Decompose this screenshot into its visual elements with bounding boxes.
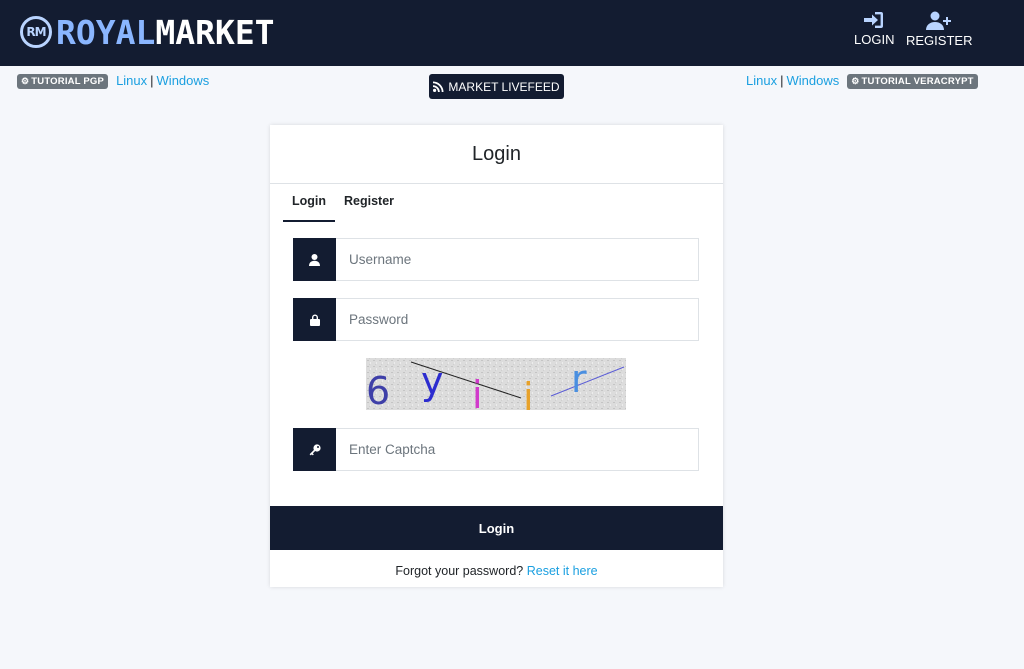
livefeed-label: MARKET LIVEFEED <box>448 79 560 94</box>
tutorial-pgp-badge[interactable]: ⚙ TUTORIAL PGP <box>17 74 109 90</box>
tutorial-veracrypt-label: TUTORIAL VERACRYPT <box>861 76 974 88</box>
password-input[interactable] <box>336 298 699 341</box>
password-field <box>293 298 699 341</box>
auth-tabs: Login Register <box>283 185 403 222</box>
sign-in-icon <box>864 12 883 28</box>
market-livefeed-button[interactable]: MARKET LIVEFEED <box>429 74 564 99</box>
nav-register-label: REGISTER <box>906 33 973 48</box>
captcha-addon <box>293 428 336 471</box>
captcha-input[interactable] <box>336 428 699 471</box>
tutorial-veracrypt-badge[interactable]: ⚙ TUTORIAL VERACRYPT <box>847 74 978 90</box>
site-logo[interactable]: RM ROYALMARKET <box>20 13 275 51</box>
captcha-char: i <box>523 375 534 410</box>
nav-login-label: LOGIN <box>854 32 895 47</box>
pgp-linux-link[interactable]: Linux <box>116 73 147 88</box>
nav-login-link[interactable]: LOGIN <box>854 11 894 47</box>
captcha-char: y <box>421 359 444 403</box>
pgp-tutorial-bar: ⚙ TUTORIAL PGP Linux | Windows <box>17 73 210 90</box>
pgp-windows-link[interactable]: Windows <box>157 73 210 88</box>
captcha-image: 6 y i i r <box>366 358 626 410</box>
login-submit-button[interactable]: Login <box>270 506 723 550</box>
user-plus-icon <box>926 11 951 30</box>
rss-icon <box>433 81 444 92</box>
tutorial-pgp-label: TUTORIAL PGP <box>31 76 105 88</box>
separator: | <box>150 73 154 88</box>
tab-register[interactable]: Register <box>335 185 403 222</box>
password-addon <box>293 298 336 341</box>
logo-badge: RM <box>20 16 52 48</box>
captcha-char: r <box>571 358 587 401</box>
lock-icon <box>309 314 320 326</box>
veracrypt-windows-link[interactable]: Windows <box>786 73 839 88</box>
separator: | <box>780 73 784 88</box>
logo-market: MARKET <box>155 12 275 52</box>
user-icon <box>309 253 320 266</box>
forgot-password-row: Forgot your password? Reset it here <box>270 564 723 578</box>
captcha-char: 6 <box>366 369 390 410</box>
veracrypt-linux-link[interactable]: Linux <box>746 73 777 88</box>
captcha-char: i <box>472 373 483 410</box>
username-addon <box>293 238 336 281</box>
username-field <box>293 238 699 281</box>
key-icon <box>309 443 321 455</box>
veracrypt-tutorial-bar: Linux | Windows ⚙ TUTORIAL VERACRYPT <box>746 73 978 90</box>
top-navbar: RM ROYALMARKET LOGIN REGISTER <box>0 0 1024 66</box>
logo-royal: ROYAL <box>56 12 156 52</box>
card-title: Login <box>270 125 723 184</box>
gear-icon: ⚙ <box>21 76 30 87</box>
logo-wordmark: ROYALMARKET <box>56 16 275 49</box>
forgot-password-text: Forgot your password? <box>395 564 524 578</box>
captcha-field <box>293 428 699 471</box>
gear-icon: ⚙ <box>851 76 860 87</box>
tab-login[interactable]: Login <box>283 185 336 222</box>
reset-password-link[interactable]: Reset it here <box>527 564 598 578</box>
login-card: Login Login Register Username 6 y i i r … <box>270 125 723 587</box>
username-input[interactable] <box>336 238 699 281</box>
nav-register-link[interactable]: REGISTER <box>906 11 972 48</box>
